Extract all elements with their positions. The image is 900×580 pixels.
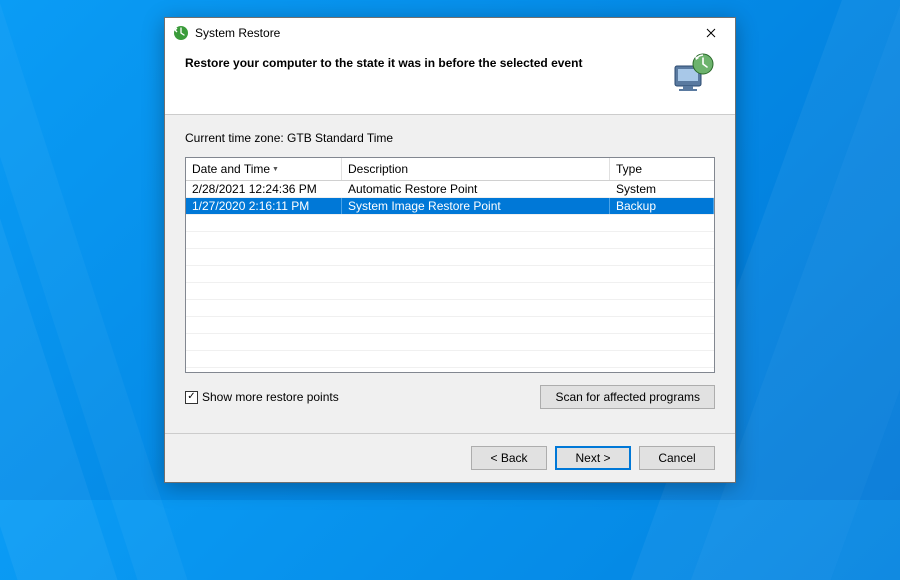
wizard-footer: < Back Next > Cancel xyxy=(165,433,735,482)
column-date-label: Date and Time xyxy=(192,162,270,176)
sort-arrow-icon: ▼ xyxy=(272,166,279,173)
table-row-empty xyxy=(186,300,714,317)
column-type[interactable]: Type xyxy=(610,158,714,180)
cancel-button[interactable]: Cancel xyxy=(639,446,715,470)
titlebar: System Restore xyxy=(165,18,735,48)
timezone-label: Current time zone: GTB Standard Time xyxy=(185,131,715,145)
column-description[interactable]: Description xyxy=(342,158,610,180)
system-restore-icon xyxy=(173,25,189,41)
cell-date: 1/27/2020 2:16:11 PM xyxy=(186,198,342,214)
column-type-label: Type xyxy=(616,162,642,176)
below-list-row: Show more restore points Scan for affect… xyxy=(185,385,715,409)
column-date[interactable]: Date and Time ▼ xyxy=(186,158,342,180)
table-row-empty xyxy=(186,334,714,351)
content-area: Current time zone: GTB Standard Time Dat… xyxy=(165,115,735,433)
cell-date: 2/28/2021 12:24:36 PM xyxy=(186,181,342,197)
wizard-header: Restore your computer to the state it wa… xyxy=(165,48,735,115)
table-row-empty xyxy=(186,283,714,300)
table-row[interactable]: 1/27/2020 2:16:11 PMSystem Image Restore… xyxy=(186,198,714,215)
restore-points-list: Date and Time ▼ Description Type 2/28/20… xyxy=(185,157,715,373)
table-row-empty xyxy=(186,351,714,368)
table-row-empty xyxy=(186,215,714,232)
close-button[interactable] xyxy=(691,19,731,47)
system-restore-window: System Restore Restore your computer to … xyxy=(164,17,736,483)
table-row-empty xyxy=(186,249,714,266)
list-body[interactable]: 2/28/2021 12:24:36 PMAutomatic Restore P… xyxy=(186,181,714,372)
table-row[interactable]: 2/28/2021 12:24:36 PMAutomatic Restore P… xyxy=(186,181,714,198)
cell-desc: Automatic Restore Point xyxy=(342,181,610,197)
back-button[interactable]: < Back xyxy=(471,446,547,470)
table-row-empty xyxy=(186,317,714,334)
restore-wizard-icon xyxy=(669,52,715,98)
next-button[interactable]: Next > xyxy=(555,446,631,470)
list-header: Date and Time ▼ Description Type xyxy=(186,158,714,181)
checkbox-icon xyxy=(185,391,198,404)
table-row-empty xyxy=(186,232,714,249)
table-row-empty xyxy=(186,266,714,283)
show-more-label: Show more restore points xyxy=(202,390,339,404)
show-more-checkbox[interactable]: Show more restore points xyxy=(185,390,339,404)
close-icon xyxy=(706,28,716,38)
wizard-heading: Restore your computer to the state it wa… xyxy=(185,52,657,70)
scan-affected-button[interactable]: Scan for affected programs xyxy=(540,385,715,409)
window-title: System Restore xyxy=(195,26,691,40)
column-desc-label: Description xyxy=(348,162,408,176)
cell-type: Backup xyxy=(610,198,714,214)
cell-desc: System Image Restore Point xyxy=(342,198,610,214)
cell-type: System xyxy=(610,181,714,197)
